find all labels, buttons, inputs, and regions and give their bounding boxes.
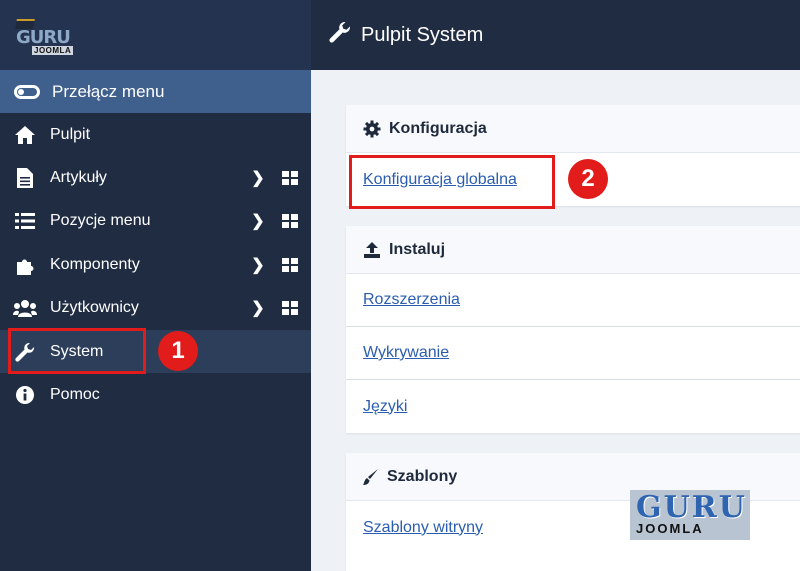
logo[interactable]: GURU JOOMLA xyxy=(14,17,76,55)
chevron-right-icon[interactable]: ❯ xyxy=(248,298,268,318)
dashboard-grid-icon[interactable] xyxy=(282,301,298,316)
logo-text-joomla: JOOMLA xyxy=(32,46,74,55)
sidebar-item-label: Artykuły xyxy=(50,169,107,187)
sidebar-item-pulpit[interactable]: Pulpit xyxy=(0,113,311,156)
dashboard-grid-icon[interactable] xyxy=(282,214,298,229)
sidebar-item-label: Pozycje menu xyxy=(50,212,151,230)
highlight-box-system xyxy=(8,328,146,374)
sidebar-item-label: Pulpit xyxy=(50,125,91,143)
chevron-right-icon[interactable]: ❯ xyxy=(248,168,268,188)
watermark-logo: GURU JOOMLA xyxy=(630,490,750,540)
users-icon xyxy=(13,298,37,318)
sidebar-item-artykuly[interactable]: Artykuły ❯ xyxy=(0,156,311,199)
chevron-right-icon[interactable]: ❯ xyxy=(248,255,268,275)
toggle-menu-label: Przełącz menu xyxy=(52,81,165,101)
highlight-box-konfiguracja-globalna xyxy=(349,155,555,209)
document-icon xyxy=(13,168,37,189)
home-icon xyxy=(13,125,37,145)
chevron-right-icon[interactable]: ❯ xyxy=(248,211,268,231)
sidebar-item-pomoc[interactable]: Pomoc xyxy=(0,373,311,416)
upload-icon xyxy=(363,241,381,259)
sidebar-item-uzytkownicy[interactable]: Użytkownicy ❯ xyxy=(0,287,311,330)
list-icon xyxy=(13,211,37,231)
card-instaluj: Instaluj Rozszerzenia Wykrywanie Języki xyxy=(346,226,800,433)
brand-bar: GURU JOOMLA xyxy=(0,0,311,70)
toggle-icon xyxy=(14,84,40,99)
puzzle-icon xyxy=(13,255,37,275)
card-title-text: Instaluj xyxy=(389,240,446,258)
watermark-text-guru: GURU xyxy=(636,490,747,525)
sidebar-item-komponenty[interactable]: Komponenty ❯ xyxy=(0,243,311,286)
card-title-text: Szablony xyxy=(387,467,458,485)
logo-text-guru: GURU xyxy=(16,27,71,48)
watermark-text-joomla: JOOMLA xyxy=(636,521,704,536)
link-rozszerzenia[interactable]: Rozszerzenia xyxy=(346,274,800,327)
sidebar-item-label: Użytkownicy xyxy=(50,299,139,317)
sidebar: GURU JOOMLA Przełącz menu Pulpit Artykuł… xyxy=(0,0,311,571)
gear-icon xyxy=(363,120,381,138)
step-badge-2: 2 xyxy=(568,159,608,199)
sidebar-item-pozycje-menu[interactable]: Pozycje menu ❯ xyxy=(0,200,311,243)
link-wykrywanie[interactable]: Wykrywanie xyxy=(346,327,800,380)
wrench-icon xyxy=(329,21,351,49)
page-title: Pulpit System xyxy=(361,23,484,46)
card-title: Konfiguracja xyxy=(346,105,800,153)
step-badge-1: 1 xyxy=(158,331,198,371)
card-title-text: Konfiguracja xyxy=(389,119,487,137)
dashboard-grid-icon[interactable] xyxy=(282,257,298,272)
info-icon xyxy=(13,385,37,405)
toggle-menu-button[interactable]: Przełącz menu xyxy=(0,70,311,113)
paintbrush-icon xyxy=(363,468,379,486)
page-header: Pulpit System xyxy=(311,0,800,70)
sidebar-item-label: Pomoc xyxy=(50,386,100,404)
link-jezyki[interactable]: Języki xyxy=(346,380,800,433)
dashboard-grid-icon[interactable] xyxy=(282,171,298,186)
card-title: Instaluj xyxy=(346,226,800,274)
sidebar-item-label: Komponenty xyxy=(50,255,140,273)
